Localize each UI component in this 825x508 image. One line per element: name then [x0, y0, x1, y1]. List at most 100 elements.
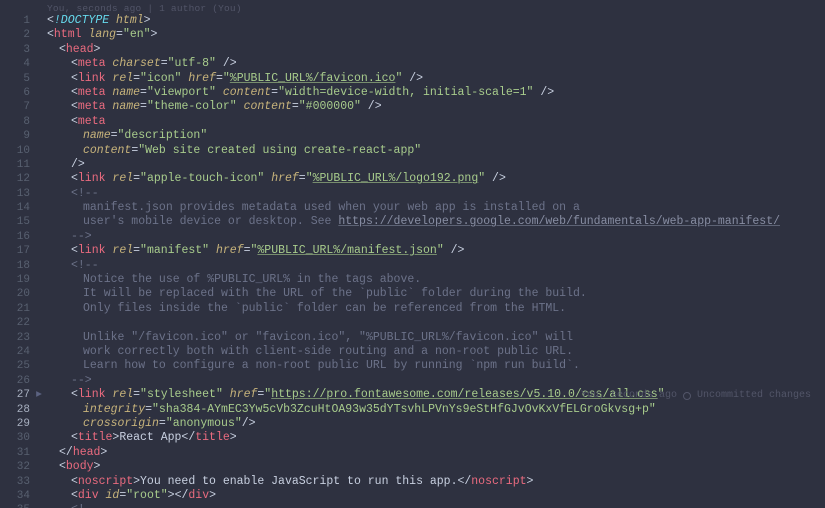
line-content[interactable] [42, 316, 825, 330]
code-line[interactable]: 34<div id="root"></div> [0, 489, 825, 503]
code-line[interactable]: 19Notice the use of %PUBLIC_URL% in the … [0, 273, 825, 287]
code-line[interactable]: 14manifest.json provides metadata used w… [0, 201, 825, 215]
line-number: 17 [0, 244, 42, 258]
line-content[interactable]: integrity="sha384-AYmEC3Yw5cVb3ZcuHtOA93… [42, 403, 825, 417]
code-line[interactable]: 32<body> [0, 460, 825, 474]
code-line[interactable]: 23Unlike "/favicon.ico" or "favicon.ico"… [0, 331, 825, 345]
line-number: 29 [0, 417, 42, 431]
line-content[interactable]: <meta charset="utf-8" /> [42, 57, 825, 71]
code-line[interactable]: 8<meta [0, 115, 825, 129]
line-content[interactable]: Only files inside the `public` folder ca… [42, 302, 825, 316]
line-content[interactable]: user's mobile device or desktop. See htt… [42, 215, 825, 229]
code-line[interactable]: 3<head> [0, 43, 825, 57]
code-line[interactable]: 25Learn how to configure a non-root publ… [0, 359, 825, 373]
line-content[interactable]: work correctly both with client-side rou… [42, 345, 825, 359]
line-number: 24 [0, 345, 42, 359]
code-line[interactable]: 9name="description" [0, 129, 825, 143]
line-content[interactable]: <meta name="theme-color" content="#00000… [42, 100, 825, 114]
line-content[interactable]: Unlike "/favicon.ico" or "favicon.ico", … [42, 331, 825, 345]
line-content[interactable]: --> [42, 374, 825, 388]
line-content[interactable]: <link rel="apple-touch-icon" href="%PUBL… [42, 172, 825, 186]
line-content[interactable]: content="Web site created using create-r… [42, 144, 825, 158]
line-content[interactable]: <meta [42, 115, 825, 129]
line-number: 15 [0, 215, 42, 229]
code-lines-container: 1<!DOCTYPE html>2<html lang="en">3<head>… [0, 14, 825, 508]
line-number: 10 [0, 144, 42, 158]
line-number: 26 [0, 374, 42, 388]
code-line[interactable]: 29crossorigin="anonymous"/> [0, 417, 825, 431]
line-content[interactable]: <head> [42, 43, 825, 57]
code-line[interactable]: 1<!DOCTYPE html> [0, 14, 825, 28]
code-editor-pane[interactable]: You, seconds ago | 1 author (You) 1<!DOC… [0, 0, 825, 508]
code-line[interactable]: 5<link rel="icon" href="%PUBLIC_URL%/fav… [0, 72, 825, 86]
line-number: 7 [0, 100, 42, 114]
line-number: 18 [0, 259, 42, 273]
code-line[interactable]: 28integrity="sha384-AYmEC3Yw5cVb3ZcuHtOA… [0, 403, 825, 417]
code-line[interactable]: 18<!-- [0, 259, 825, 273]
line-number: 30 [0, 431, 42, 445]
line-content[interactable]: --> [42, 230, 825, 244]
line-number: 2 [0, 28, 42, 42]
line-content[interactable]: <link rel="stylesheet" href="https://pro… [42, 388, 825, 402]
code-line[interactable]: 2<html lang="en"> [0, 28, 825, 42]
code-line[interactable]: 6<meta name="viewport" content="width=de… [0, 86, 825, 100]
line-number: 12 [0, 172, 42, 186]
code-line[interactable]: 13<!-- [0, 187, 825, 201]
line-number: 6 [0, 86, 42, 100]
code-line[interactable]: 7<meta name="theme-color" content="#0000… [0, 100, 825, 114]
line-content[interactable]: </head> [42, 446, 825, 460]
line-number: 14 [0, 201, 42, 215]
code-line[interactable]: 17<link rel="manifest" href="%PUBLIC_URL… [0, 244, 825, 258]
line-content[interactable]: <div id="root"></div> [42, 489, 825, 503]
line-content[interactable]: name="description" [42, 129, 825, 143]
line-content[interactable]: It will be replaced with the URL of the … [42, 287, 825, 301]
line-number: 34 [0, 489, 42, 503]
line-content[interactable]: Learn how to configure a non-root public… [42, 359, 825, 373]
line-content[interactable]: <!-- [42, 503, 825, 508]
code-line[interactable]: 26--> [0, 374, 825, 388]
code-line[interactable]: 4<meta charset="utf-8" /> [0, 57, 825, 71]
code-line[interactable]: 30<title>React App</title> [0, 431, 825, 445]
line-content[interactable]: <!DOCTYPE html> [42, 14, 825, 28]
line-number: 35 [0, 503, 42, 508]
line-number: 16 [0, 230, 42, 244]
line-number: 3 [0, 43, 42, 57]
line-content[interactable]: manifest.json provides metadata used whe… [42, 201, 825, 215]
code-line[interactable]: 16--> [0, 230, 825, 244]
line-number: 20 [0, 287, 42, 301]
line-number: 23 [0, 331, 42, 345]
code-line[interactable]: 31</head> [0, 446, 825, 460]
code-line[interactable]: 35<!-- [0, 503, 825, 508]
line-content[interactable]: <title>React App</title> [42, 431, 825, 445]
line-number: 19 [0, 273, 42, 287]
line-content[interactable]: <link rel="icon" href="%PUBLIC_URL%/favi… [42, 72, 825, 86]
line-number: 1 [0, 14, 42, 28]
line-content[interactable]: <link rel="manifest" href="%PUBLIC_URL%/… [42, 244, 825, 258]
line-content[interactable]: crossorigin="anonymous"/> [42, 417, 825, 431]
line-content[interactable]: /> [42, 158, 825, 172]
code-line[interactable]: 12<link rel="apple-touch-icon" href="%PU… [0, 172, 825, 186]
line-number: 13 [0, 187, 42, 201]
line-content[interactable]: <noscript>You need to enable JavaScript … [42, 475, 825, 489]
code-line[interactable]: 15user's mobile device or desktop. See h… [0, 215, 825, 229]
code-line[interactable]: 21Only files inside the `public` folder … [0, 302, 825, 316]
line-content[interactable]: <meta name="viewport" content="width=dev… [42, 86, 825, 100]
code-line[interactable]: 24work correctly both with client-side r… [0, 345, 825, 359]
line-number: 22 [0, 316, 42, 330]
line-content[interactable]: <html lang="en"> [42, 28, 825, 42]
line-number: 5 [0, 72, 42, 86]
line-number: 28 [0, 403, 42, 417]
line-content[interactable]: <body> [42, 460, 825, 474]
line-content[interactable]: <!-- [42, 259, 825, 273]
code-line[interactable]: 27<link rel="stylesheet" href="https://p… [0, 388, 825, 402]
code-line[interactable]: 33<noscript>You need to enable JavaScrip… [0, 475, 825, 489]
code-line[interactable]: 22 [0, 316, 825, 330]
inline-blame-annotation: You, seconds agoUncommitted changes [581, 389, 811, 403]
line-content[interactable]: <!-- [42, 187, 825, 201]
code-line[interactable]: 20It will be replaced with the URL of th… [0, 287, 825, 301]
line-number: 11 [0, 158, 42, 172]
code-line[interactable]: 10content="Web site created using create… [0, 144, 825, 158]
line-content[interactable]: Notice the use of %PUBLIC_URL% in the ta… [42, 273, 825, 287]
code-line[interactable]: 11/> [0, 158, 825, 172]
line-number: 4 [0, 57, 42, 71]
